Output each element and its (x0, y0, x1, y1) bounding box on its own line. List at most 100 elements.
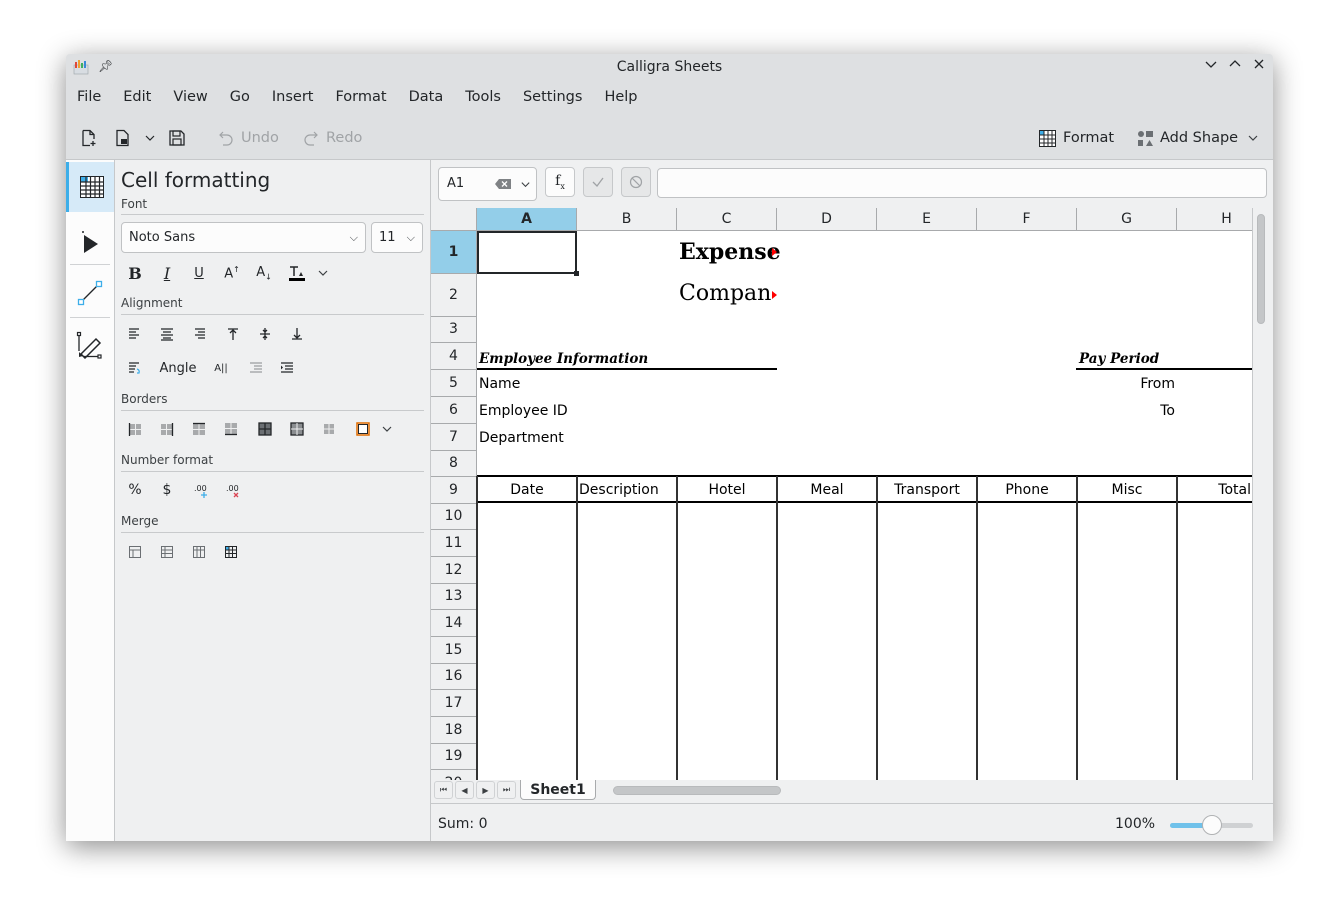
increase-indent-button[interactable] (275, 356, 299, 380)
column-header-c[interactable]: C (677, 208, 777, 231)
menu-help[interactable]: Help (593, 84, 648, 110)
align-top-button[interactable] (221, 322, 245, 346)
previous-sheet-button[interactable]: ◀ (455, 781, 474, 799)
menu-go[interactable]: Go (219, 84, 261, 110)
redo-button[interactable]: Redo (303, 125, 362, 151)
decrease-indent-button[interactable] (244, 356, 268, 380)
menu-tools[interactable]: Tools (454, 84, 512, 110)
clear-text-icon[interactable] (495, 178, 511, 190)
cancel-formula-button[interactable] (621, 167, 651, 197)
border-outline-button[interactable] (285, 417, 309, 441)
font-size-select[interactable]: 11 ⌵ (371, 222, 423, 253)
align-center-button[interactable] (155, 322, 179, 346)
row-header-15[interactable]: 15 (431, 637, 477, 664)
function-button[interactable]: fx (545, 167, 575, 197)
align-left-button[interactable] (123, 322, 147, 346)
vertical-scrollbar[interactable] (1256, 214, 1266, 780)
row-header-2[interactable]: 2 (431, 274, 477, 317)
menu-insert[interactable]: Insert (261, 84, 325, 110)
column-header-d[interactable]: D (777, 208, 877, 231)
row-header-12[interactable]: 12 (431, 557, 477, 584)
border-color-dropdown[interactable] (375, 417, 399, 441)
bold-button[interactable]: B (123, 261, 147, 285)
formula-input[interactable] (657, 168, 1267, 198)
column-header-g[interactable]: G (1077, 208, 1177, 231)
decrease-font-button[interactable]: A↓ (252, 261, 276, 285)
row-header-13[interactable]: 13 (431, 584, 477, 610)
merge-vertical-button[interactable] (187, 540, 211, 564)
vertical-scroll-thumb[interactable] (1257, 214, 1265, 324)
new-document-button[interactable] (80, 125, 98, 151)
last-sheet-button[interactable]: ⏭︎ (497, 781, 516, 799)
menu-file[interactable]: File (66, 84, 112, 110)
next-sheet-button[interactable]: ▶ (476, 781, 495, 799)
row-header-9[interactable]: 9 (431, 477, 477, 504)
vertical-text-button[interactable]: A|| (209, 356, 233, 380)
border-color-button[interactable] (351, 417, 375, 441)
row-header-17[interactable]: 17 (431, 690, 477, 717)
border-top-button[interactable] (187, 417, 211, 441)
align-right-button[interactable] (187, 322, 211, 346)
spreadsheet-grid[interactable]: A B C D E F G H 1 2 3 4 5 6 7 8 9 10 11 12 13 14 15 16 1… (431, 208, 1253, 780)
border-right-button[interactable] (155, 417, 179, 441)
accept-formula-button[interactable] (583, 167, 613, 197)
horizontal-scroll-thumb[interactable] (613, 786, 781, 795)
column-header-h[interactable]: H (1177, 208, 1252, 231)
border-left-button[interactable] (123, 417, 147, 441)
text-color-button[interactable] (285, 261, 309, 285)
open-recent-dropdown[interactable] (144, 125, 156, 151)
row-header-6[interactable]: 6 (431, 397, 477, 424)
wrap-text-button[interactable] (123, 356, 147, 380)
border-bottom-button[interactable] (219, 417, 243, 441)
row-header-8[interactable]: 8 (431, 451, 477, 477)
selected-cell-a1[interactable] (477, 231, 577, 274)
first-sheet-button[interactable]: ⏮︎ (434, 781, 453, 799)
text-color-dropdown[interactable] (311, 261, 335, 285)
menu-format[interactable]: Format (324, 84, 397, 110)
format-button[interactable]: Format (1039, 125, 1114, 151)
open-document-button[interactable] (114, 125, 132, 151)
column-header-a[interactable]: A (477, 208, 577, 231)
angle-button[interactable]: Angle (155, 356, 201, 380)
sheet-tab-sheet1[interactable]: Sheet1 (520, 780, 596, 800)
border-all-button[interactable] (253, 417, 277, 441)
row-header-5[interactable]: 5 (431, 370, 477, 397)
menu-view[interactable]: View (162, 84, 218, 110)
row-header-18[interactable]: 18 (431, 717, 477, 744)
path-tool-button[interactable] (66, 320, 114, 370)
row-header-16[interactable]: 16 (431, 664, 477, 690)
currency-format-button[interactable]: $ (155, 478, 179, 502)
chevron-down-icon[interactable] (520, 179, 531, 190)
menu-data[interactable]: Data (398, 84, 455, 110)
column-header-f[interactable]: F (977, 208, 1077, 231)
select-tool-button[interactable] (66, 217, 114, 267)
row-header-1[interactable]: 1 (431, 231, 477, 274)
border-none-button[interactable] (317, 417, 341, 441)
undo-button[interactable]: Undo (218, 125, 279, 151)
row-header-14[interactable]: 14 (431, 610, 477, 637)
underline-button[interactable]: U (187, 261, 211, 285)
align-middle-button[interactable] (253, 322, 277, 346)
cell-tool-button[interactable] (66, 162, 114, 212)
row-header-4[interactable]: 4 (431, 343, 477, 370)
save-button[interactable] (168, 125, 186, 151)
add-shape-button[interactable]: Add Shape (1137, 125, 1259, 151)
increase-font-button[interactable]: A↑ (220, 261, 244, 285)
percent-format-button[interactable]: % (123, 478, 147, 502)
row-header-20[interactable]: 20 (431, 770, 477, 780)
italic-button[interactable]: I (155, 261, 179, 285)
dissociate-cells-button[interactable] (219, 540, 243, 564)
fill-handle[interactable] (574, 271, 579, 276)
select-all-corner[interactable] (431, 208, 477, 231)
connector-tool-button[interactable] (66, 268, 114, 318)
row-header-3[interactable]: 3 (431, 317, 477, 343)
decrease-precision-button[interactable]: .00 (221, 478, 245, 502)
column-header-b[interactable]: B (577, 208, 677, 231)
merge-cells-button[interactable] (123, 540, 147, 564)
menu-settings[interactable]: Settings (512, 84, 593, 110)
minimize-button[interactable] (1202, 58, 1220, 76)
zoom-slider-handle[interactable] (1201, 815, 1222, 835)
zoom-slider[interactable] (1170, 815, 1253, 835)
close-button[interactable] (1250, 58, 1268, 76)
row-header-11[interactable]: 11 (431, 530, 477, 557)
